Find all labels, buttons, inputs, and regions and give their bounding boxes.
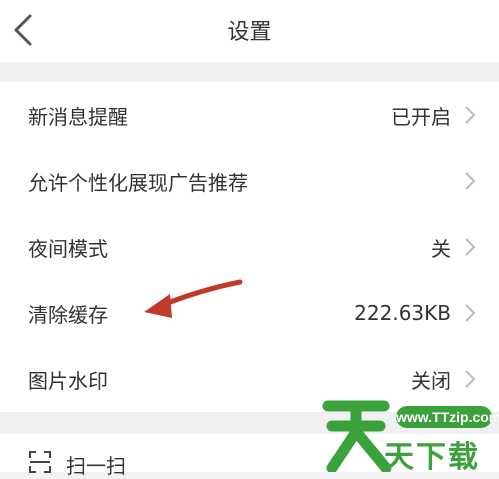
page-title: 设置 bbox=[227, 20, 272, 45]
settings-row-notifications[interactable]: 新消息提醒 已开启 bbox=[0, 82, 499, 148]
scan-icon bbox=[29, 451, 51, 473]
settings-row-personalized-ads[interactable]: 允许个性化展现广告推荐 bbox=[0, 148, 499, 214]
settings-row-value: 已开启 bbox=[391, 104, 451, 129]
settings-row-label: 清除缓存 bbox=[28, 302, 108, 327]
settings-row-night-mode[interactable]: 夜间模式 关 bbox=[0, 214, 499, 280]
settings-row-label: 图片水印 bbox=[28, 368, 108, 393]
settings-row-label: 新消息提醒 bbox=[28, 104, 128, 129]
settings-list: 新消息提醒 已开启 允许个性化展现广告推荐 夜间模式 关 清除缓存 222.63… bbox=[0, 82, 499, 412]
chevron-right-icon bbox=[465, 304, 476, 322]
watermark-url: www.TTzip.com bbox=[396, 406, 499, 428]
chevron-right-icon bbox=[465, 370, 476, 388]
watermark-text: 天下载 bbox=[384, 440, 480, 475]
section-divider bbox=[0, 62, 499, 82]
settings-row-value: 关 bbox=[431, 236, 451, 261]
settings-row-value: 关闭 bbox=[411, 368, 451, 393]
chevron-right-icon bbox=[465, 106, 476, 124]
settings-row-label: 夜间模式 bbox=[28, 236, 108, 261]
top-bar: 设置 bbox=[0, 0, 499, 62]
chevron-right-icon bbox=[465, 172, 476, 190]
settings-row-label: 允许个性化展现广告推荐 bbox=[28, 170, 248, 195]
settings-row-value: 222.63KB bbox=[354, 301, 451, 325]
settings-row-clear-cache[interactable]: 清除缓存 222.63KB bbox=[0, 280, 499, 346]
chevron-right-icon bbox=[465, 238, 476, 256]
scan-label: 扫一扫 bbox=[66, 454, 126, 478]
annotation-arrow bbox=[144, 279, 243, 318]
